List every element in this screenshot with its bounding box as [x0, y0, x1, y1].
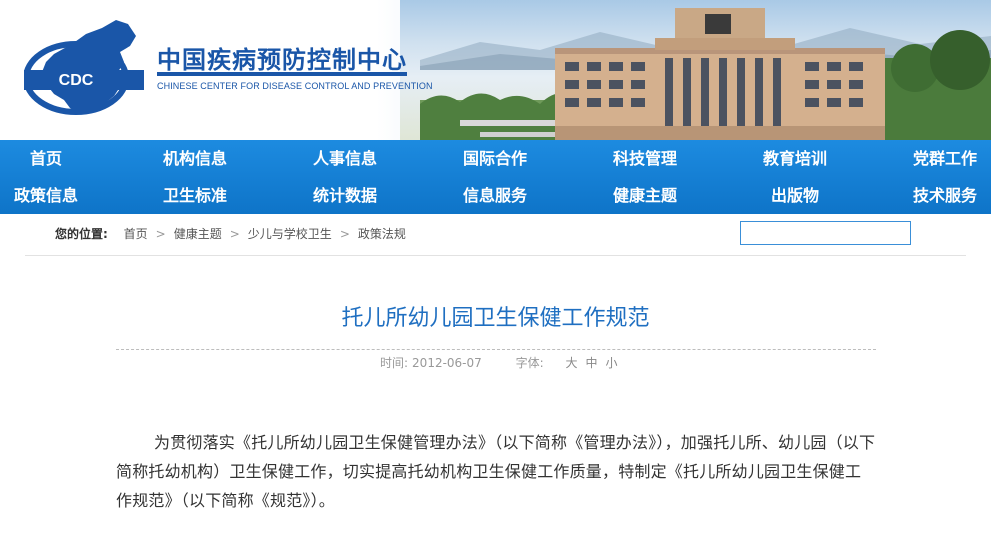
article-title: 托儿所幼儿园卫生保健工作规范: [341, 306, 650, 331]
font-size-small-button[interactable]: 小: [606, 356, 618, 370]
publish-date: 2012-06-07: [412, 356, 482, 370]
breadcrumb-item-policy[interactable]: 政策法规: [358, 227, 406, 241]
article-paragraph: 为贯彻落实《托儿所幼儿园卫生保健管理办法》（以下简称《管理办法》），加强托儿所、…: [116, 433, 876, 510]
main-nav: 首页 机构信息 人事信息 国际合作 科技管理 教育培训 党群工作 政策信息 卫生…: [0, 140, 991, 214]
site-title[interactable]: 中国疾病预防控制中心: [157, 40, 407, 75]
header-banner: CDC 中国疾病预防控制中心 CHINESE CENTER FOR DISEAS…: [0, 0, 991, 140]
cdc-logo-icon[interactable]: CDC: [24, 14, 144, 126]
breadcrumb-item-child-school-health[interactable]: 少儿与学校卫生: [248, 227, 332, 241]
nav-item-health-topics[interactable]: 健康主题: [613, 177, 677, 214]
nav-item-international[interactable]: 国际合作: [463, 140, 527, 177]
font-size-label: 字体:: [515, 356, 544, 370]
logo-rule: [157, 72, 407, 76]
nav-row-1: 首页 机构信息 人事信息 国际合作 科技管理 教育培训 党群工作: [0, 140, 991, 177]
site-title-english: CHINESE CENTER FOR DISEASE CONTROL AND P…: [157, 81, 433, 91]
nav-row-2: 政策信息 卫生标准 统计数据 信息服务 健康主题 出版物 技术服务: [0, 177, 991, 214]
breadcrumb-label: 您的位置:: [55, 227, 108, 241]
breadcrumb-item-home[interactable]: 首页: [124, 227, 148, 241]
title-divider: [116, 349, 876, 350]
logo-abbr: CDC: [59, 72, 94, 89]
breadcrumb-item-health-topics[interactable]: 健康主题: [174, 227, 222, 241]
breadcrumb: 您的位置: 首页 > 健康主题 > 少儿与学校卫生 > 政策法规: [55, 214, 406, 254]
nav-item-statistics[interactable]: 统计数据: [313, 177, 377, 214]
banner-building: [555, 8, 991, 140]
nav-item-standards[interactable]: 卫生标准: [163, 177, 227, 214]
nav-item-science[interactable]: 科技管理: [613, 140, 677, 177]
article-meta: 时间: 2012-06-07 字体: 大中小: [380, 354, 622, 371]
nav-item-home[interactable]: 首页: [30, 140, 62, 177]
nav-item-info-service[interactable]: 信息服务: [463, 177, 527, 214]
time-label: 时间:: [380, 356, 409, 370]
font-size-large-button[interactable]: 大: [566, 356, 578, 370]
breadcrumb-separator: >: [155, 227, 166, 241]
nav-item-personnel[interactable]: 人事信息: [313, 140, 377, 177]
nav-item-tech-service[interactable]: 技术服务: [913, 177, 977, 214]
nav-item-party[interactable]: 党群工作: [913, 140, 977, 177]
nav-item-institution[interactable]: 机构信息: [163, 140, 227, 177]
nav-item-policy[interactable]: 政策信息: [14, 177, 78, 214]
nav-item-publications[interactable]: 出版物: [771, 177, 819, 214]
breadcrumb-separator: >: [229, 227, 240, 241]
nav-item-education[interactable]: 教育培训: [763, 140, 827, 177]
font-size-medium-button[interactable]: 中: [586, 356, 598, 370]
search-input[interactable]: [740, 221, 911, 245]
breadcrumb-separator: >: [339, 227, 350, 241]
